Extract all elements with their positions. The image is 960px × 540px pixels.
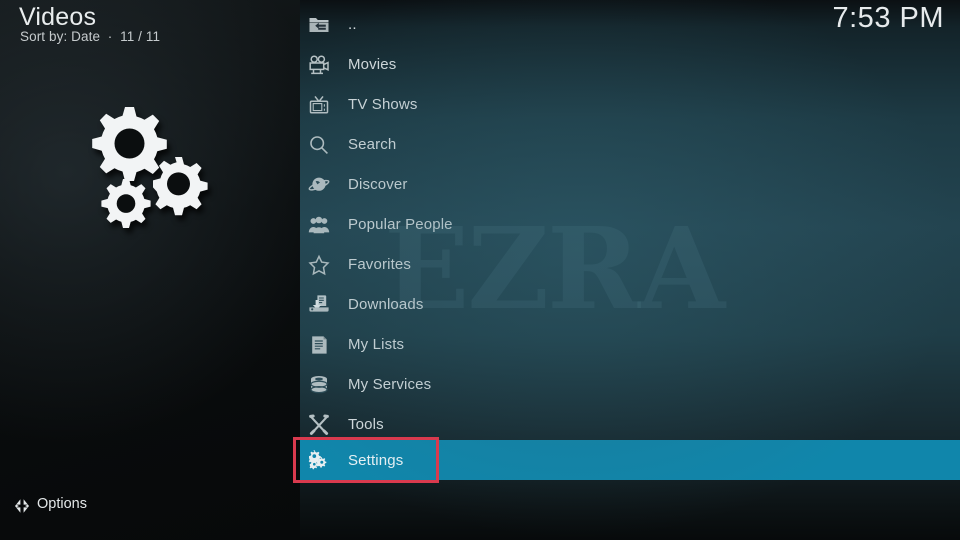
menu-item-tools[interactable]: Tools [300,404,960,444]
planet-icon [308,174,330,196]
film-camera-icon [308,54,330,76]
menu-item-tv-shows[interactable]: TV Shows [300,84,960,124]
database-icon [308,374,330,396]
page-title: Videos [19,3,97,31]
gears-icon [75,95,220,235]
info-panel: Videos Sort by: Date · 11 / 11 Options [0,0,300,540]
menu-item-label: My Services [348,375,432,393]
menu-item-search[interactable]: Search [300,124,960,164]
menu-item-my-lists[interactable]: My Lists [300,324,960,364]
notepad-icon [308,334,330,356]
options-label: Options [37,496,87,512]
menu-item-label: My Lists [348,335,405,353]
television-icon [308,94,330,116]
folder-back-icon [308,14,330,36]
menu-item-parent-folder[interactable]: .. [300,4,960,44]
menu-item-favorites[interactable]: Favorites [300,244,960,284]
menu-item-label: TV Shows [348,95,418,113]
menu-item-settings[interactable]: Settings [300,440,960,480]
options-bar[interactable]: Options [0,486,300,540]
menu-item-label: Tools [348,415,384,433]
menu-item-label: Settings [348,451,404,469]
menu-panel: EZRA 7:53 PM .. Movies TV Shows Search D… [300,0,960,540]
star-icon [308,254,330,276]
menu-item-label: Movies [348,55,397,73]
menu-item-my-services[interactable]: My Services [300,364,960,404]
kodi-screen: Videos Sort by: Date · 11 / 11 Options E… [0,0,960,540]
menu-item-label: Favorites [348,255,412,273]
sort-and-count-label: Sort by: Date · 11 / 11 [20,29,161,44]
menu-item-label: Discover [348,175,408,193]
menu-item-discover[interactable]: Discover [300,164,960,204]
menu-item-label: Search [348,135,397,153]
menu-item-label: Popular People [348,215,453,233]
hammer-wrench-icon [308,414,330,436]
download-tray-icon [308,294,330,316]
menu-item-label: Downloads [348,295,424,313]
people-group-icon [308,214,330,236]
menu-item-movies[interactable]: Movies [300,44,960,84]
left-right-arrows-icon [13,497,31,515]
gears-small-icon [308,450,330,472]
menu-item-popular-people[interactable]: Popular People [300,204,960,244]
search-icon [308,134,330,156]
menu-item-downloads[interactable]: Downloads [300,284,960,324]
menu-item-label: .. [348,15,357,33]
